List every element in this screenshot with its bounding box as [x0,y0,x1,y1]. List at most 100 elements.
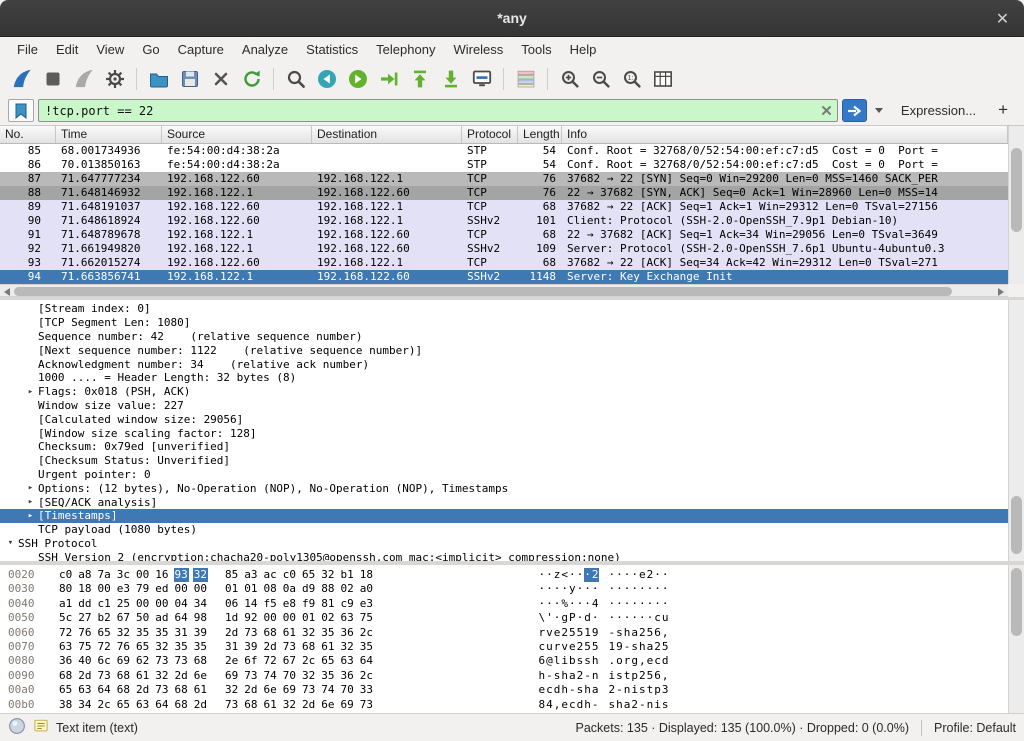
stop-capture-icon[interactable] [37,65,68,93]
column-header-time[interactable]: Time [56,126,162,143]
expression-button[interactable]: Expression... [891,103,986,118]
hex-row-00a0[interactable]: 00a0656364682d736861322d6e6973747033ecdh… [0,683,1008,697]
open-file-icon[interactable] [143,65,174,93]
expander-collapsed-icon[interactable]: ▸ [23,387,38,397]
hex-row-0020[interactable]: 0020c0a87a3c0016933285a3acc06532b118··z<… [0,568,1008,582]
packet-list-vscroll-thumb[interactable] [1011,148,1022,232]
close-file-icon[interactable] [205,65,236,93]
packet-row-88[interactable]: 8871.648146932192.168.122.1192.168.122.6… [0,186,1008,200]
hex-vscrollbar[interactable] [1008,565,1024,713]
menu-go[interactable]: Go [133,38,168,61]
packet-row-89[interactable]: 8971.648191037192.168.122.60192.168.122.… [0,200,1008,214]
detail-line[interactable]: ▸[Timestamps] [0,509,1008,523]
hex-row-0040[interactable]: 0040a1ddc125000004340614f5e8f981c9e3···%… [0,597,1008,611]
save-file-icon[interactable] [174,65,205,93]
detail-line[interactable]: [TCP Segment Len: 1080] [0,316,1008,330]
colorize-icon[interactable] [510,65,541,93]
detail-line[interactable]: ▾SSH Protocol [0,537,1008,551]
go-forward-icon[interactable] [342,65,373,93]
detail-line[interactable]: [Checksum Status: Unverified] [0,454,1008,468]
expander-expanded-icon[interactable]: ▾ [3,538,18,548]
hex-row-0030[interactable]: 0030801800e379ed00000101080ad98802a0····… [0,582,1008,596]
packet-row-90[interactable]: 9071.648618924192.168.122.60192.168.122.… [0,214,1008,228]
hex-row-00b0[interactable]: 00b038342c656364682d736861322d6e697384,e… [0,698,1008,712]
detail-line[interactable]: [Next sequence number: 1122 (relative se… [0,343,1008,357]
expander-collapsed-icon[interactable]: ▸ [23,483,38,493]
hex-row-0060[interactable]: 006072766532353531392d7368613235362crve2… [0,626,1008,640]
packet-row-93[interactable]: 9371.662015274192.168.122.60192.168.122.… [0,256,1008,270]
packet-list-vscrollbar[interactable] [1008,126,1024,284]
detail-line[interactable]: ▸Options: (12 bytes), No-Operation (NOP)… [0,481,1008,495]
details-vscrollbar[interactable] [1008,300,1024,561]
packet-row-94[interactable]: 9471.663856741192.168.122.1192.168.122.6… [0,270,1008,284]
packet-row-86[interactable]: 8670.013850163fe:54:00:d4:38:2aSTP54Conf… [0,158,1008,172]
find-packet-icon[interactable] [280,65,311,93]
packet-list-hscrollbar[interactable] [0,284,1008,297]
menu-tools[interactable]: Tools [512,38,560,61]
packet-list-hscroll-thumb[interactable] [14,287,952,296]
go-back-icon[interactable] [311,65,342,93]
detail-line[interactable]: Window size value: 227 [0,399,1008,413]
menu-wireless[interactable]: Wireless [444,38,512,61]
auto-scroll-icon[interactable] [466,65,497,93]
column-header-protocol[interactable]: Protocol [462,126,518,143]
detail-line[interactable]: ▸[SEQ/ACK analysis] [0,495,1008,509]
detail-line[interactable]: [Window size scaling factor: 128] [0,426,1008,440]
detail-line[interactable]: Checksum: 0x79ed [unverified] [0,440,1008,454]
scroll-left-icon[interactable] [4,288,10,296]
filter-bookmark-icon[interactable] [8,99,34,122]
detail-line[interactable]: Urgent pointer: 0 [0,468,1008,482]
resize-columns-icon[interactable] [647,65,678,93]
column-header-destination[interactable]: Destination [312,126,462,143]
packet-row-91[interactable]: 9171.648789678192.168.122.1192.168.122.6… [0,228,1008,242]
start-capture-icon[interactable] [6,65,37,93]
capture-options-icon[interactable] [99,65,130,93]
menu-telephony[interactable]: Telephony [367,38,444,61]
restart-capture-icon[interactable] [68,65,99,93]
expander-collapsed-icon[interactable]: ▸ [23,497,38,507]
status-profile[interactable]: Profile: Default [934,721,1016,735]
menu-file[interactable]: File [8,38,47,61]
capture-comment-icon[interactable] [32,717,50,738]
scroll-right-icon[interactable] [998,288,1004,296]
zoom-in-icon[interactable] [554,65,585,93]
go-first-icon[interactable] [404,65,435,93]
detail-line[interactable]: ▸Flags: 0x018 (PSH, ACK) [0,385,1008,399]
hex-row-0080[interactable]: 008036406c69627373682e6f72672c6563646@li… [0,654,1008,668]
zoom-original-icon[interactable]: 1:1 [616,65,647,93]
close-icon[interactable]: ✕ [991,7,1014,30]
hex-row-0090[interactable]: 0090682d736861322d6e697374703235362ch-sh… [0,669,1008,683]
titlebar[interactable]: *any ✕ [0,0,1024,37]
zoom-out-icon[interactable] [585,65,616,93]
menu-capture[interactable]: Capture [169,38,233,61]
column-header-info[interactable]: Info [562,126,1008,143]
menu-statistics[interactable]: Statistics [297,38,367,61]
detail-line[interactable]: [Calculated window size: 29056] [0,412,1008,426]
menu-help[interactable]: Help [561,38,606,61]
filter-apply-icon[interactable] [842,99,867,122]
column-header-length[interactable]: Length [518,126,562,143]
packet-row-87[interactable]: 8771.647777234192.168.122.60192.168.122.… [0,172,1008,186]
column-header-source[interactable]: Source [162,126,312,143]
packet-row-92[interactable]: 9271.661949820192.168.122.1192.168.122.6… [0,242,1008,256]
filter-input[interactable] [39,104,817,118]
details-vscroll-thumb[interactable] [1011,496,1022,554]
hex-vscroll-thumb[interactable] [1011,568,1022,636]
filter-add-button[interactable]: + [990,100,1016,122]
column-header-no[interactable]: No. [0,126,56,143]
menu-edit[interactable]: Edit [47,38,87,61]
filter-clear-icon[interactable] [817,101,837,121]
filter-dropdown-icon[interactable] [871,99,887,122]
detail-line[interactable]: Sequence number: 42 (relative sequence n… [0,330,1008,344]
hex-row-0050[interactable]: 00505c27b26750ad64981d92000001026375\'·g… [0,611,1008,625]
go-to-packet-icon[interactable] [373,65,404,93]
hex-row-0070[interactable]: 0070637572766532353531392d7368613235curv… [0,640,1008,654]
expander-collapsed-icon[interactable]: ▸ [23,511,38,521]
menu-view[interactable]: View [87,38,133,61]
packet-row-85[interactable]: 8568.001734936fe:54:00:d4:38:2aSTP54Conf… [0,144,1008,158]
expert-info-icon[interactable] [8,717,26,738]
menu-analyze[interactable]: Analyze [233,38,297,61]
detail-line[interactable]: SSH Version 2 (encryption:chacha20-poly1… [0,550,1008,561]
go-last-icon[interactable] [435,65,466,93]
detail-line[interactable]: 1000 .... = Header Length: 32 bytes (8) [0,371,1008,385]
